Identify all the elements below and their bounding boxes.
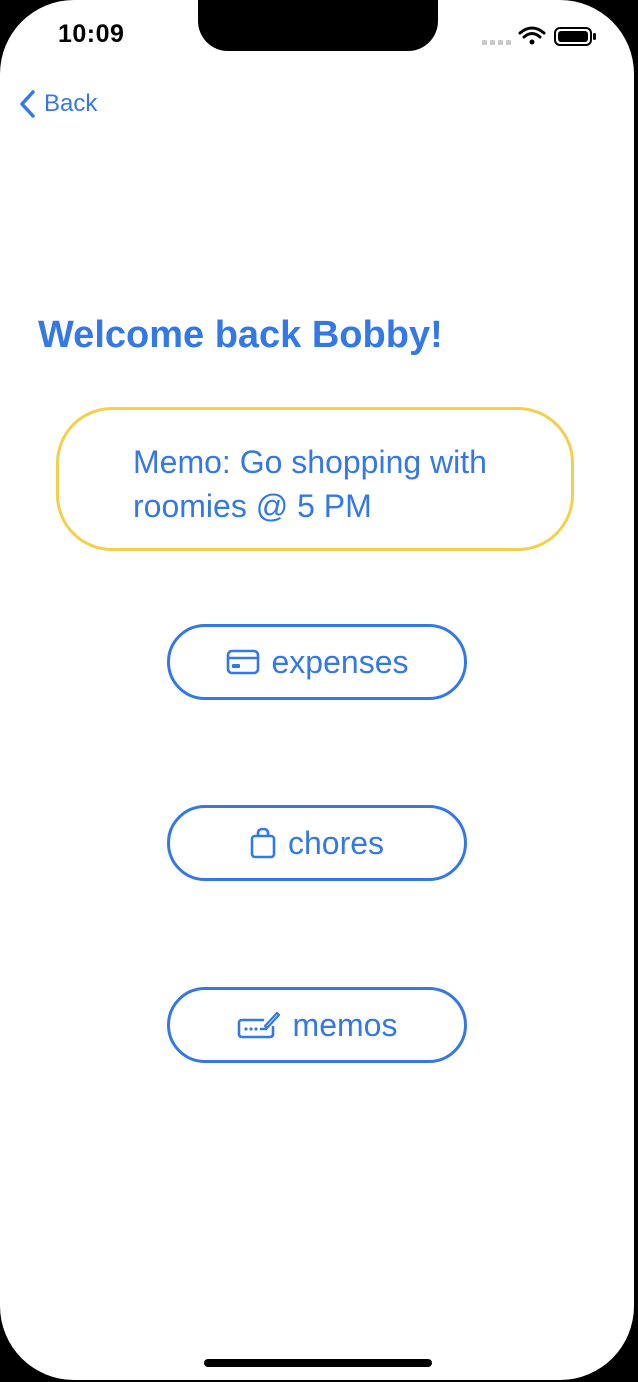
credit-card-icon <box>226 649 260 675</box>
expenses-button[interactable]: expenses <box>167 624 467 700</box>
signature-icon <box>237 1010 281 1040</box>
expenses-label: expenses <box>271 643 409 680</box>
back-label: Back <box>44 90 98 117</box>
signal-icon <box>482 40 511 45</box>
shopping-bag-icon <box>250 827 276 859</box>
memos-label: memos <box>292 1006 398 1043</box>
memo-card: Memo: Go shopping with roomies @ 5 PM <box>56 407 574 551</box>
chevron-left-icon <box>20 90 35 118</box>
memo-text: Memo: Go shopping with roomies @ 5 PM <box>133 444 487 524</box>
wifi-icon <box>518 26 546 45</box>
home-indicator[interactable] <box>204 1359 432 1367</box>
chores-button[interactable]: chores <box>167 805 467 881</box>
battery-icon <box>554 27 596 46</box>
welcome-title: Welcome back Bobby! <box>38 314 443 356</box>
memos-button[interactable]: memos <box>167 987 467 1063</box>
notch <box>198 0 438 51</box>
status-icons-svg <box>482 26 596 46</box>
screen: 10:09 Back Welcome back Bobby! Memo: Go … <box>0 0 634 1380</box>
status-time: 10:09 <box>58 20 125 48</box>
status-icons <box>480 24 600 50</box>
chores-label: chores <box>287 824 385 861</box>
phone-frame: 10:09 Back Welcome back Bobby! Memo: Go … <box>0 0 638 1382</box>
back-button[interactable]: Back <box>18 86 97 122</box>
